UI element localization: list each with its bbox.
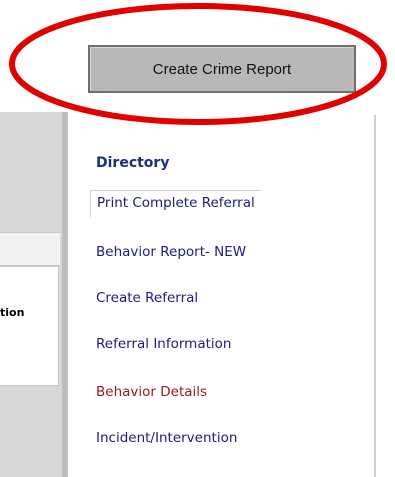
left-panel-tab[interactable] [0, 232, 60, 266]
directory-heading: Directory [96, 155, 170, 171]
menu-item-print-complete-referral[interactable]: Print Complete Referral [90, 190, 261, 217]
sidebar-border [374, 115, 376, 477]
left-panel-content-box [0, 266, 59, 386]
menu-item-behavior-report-new[interactable]: Behavior Report- NEW [96, 244, 246, 260]
menu-item-incident-intervention[interactable]: Incident/Intervention [96, 430, 237, 446]
create-crime-report-button[interactable]: Create Crime Report [88, 45, 356, 93]
app-screen: tion Create Crime Report Directory Print… [0, 0, 395, 477]
left-panel-truncated-label: tion [0, 306, 25, 319]
menu-item-create-referral[interactable]: Create Referral [96, 290, 198, 306]
menu-item-behavior-details[interactable]: Behavior Details [96, 384, 207, 400]
left-panel-edge [62, 112, 68, 477]
menu-item-referral-information[interactable]: Referral Information [96, 336, 231, 352]
